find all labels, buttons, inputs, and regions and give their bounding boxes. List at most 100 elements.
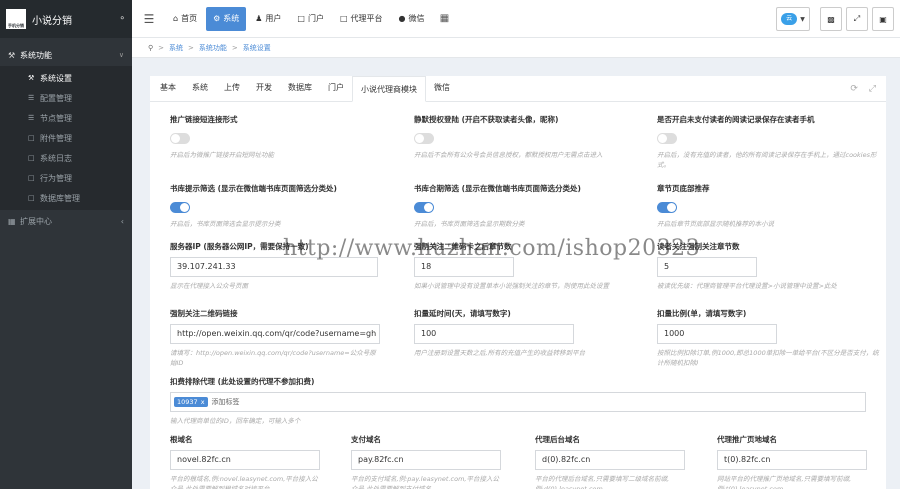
sidebar-group-label: 系统功能	[20, 50, 52, 60]
sidebar-group-system[interactable]: ⚒ 系统功能 ∨	[0, 44, 132, 66]
unpaid-reading-toggle[interactable]	[657, 133, 677, 144]
nav-portal[interactable]: □ 门户	[290, 7, 331, 31]
tab-portal[interactable]: 门户	[320, 75, 352, 101]
brand-bar: 手机分销 小说分销 ⚬	[0, 0, 132, 38]
chapter-recommend-toggle[interactable]	[657, 202, 677, 213]
deduct-ratio-input[interactable]: 1000	[657, 324, 777, 344]
library-period-filter-toggle[interactable]	[414, 202, 434, 213]
nav-system[interactable]: ⚙ 系统	[206, 6, 247, 31]
wrench-icon: ⚒	[28, 74, 35, 82]
sidebar-item-system-settings[interactable]: ⚒ 系统设置	[0, 68, 132, 88]
tab-novel-agent[interactable]: 小说代理商模块	[352, 76, 426, 102]
field-help: 输入代理商单位的ID，回车确定，可输入多个	[170, 417, 301, 425]
drop-icon[interactable]: ⚬	[118, 14, 126, 24]
menu-toggle-icon[interactable]: ☰	[132, 12, 166, 26]
expand-icon[interactable]: ⤢	[869, 84, 876, 94]
sidebar-item-nodes[interactable]: ☰ 节点管理	[0, 108, 132, 128]
database-icon: □	[28, 194, 35, 202]
library-hint-filter-toggle[interactable]	[170, 202, 190, 213]
field-help: 网站平台的代理推广页地域名,只需要填写前缀,例:t(0).leasynet.co…	[717, 475, 852, 489]
user-icon: ♟	[255, 14, 263, 23]
exclude-agents-tag-input[interactable]: 10937 x 添加标签	[170, 392, 866, 412]
nav-users[interactable]: ♟ 用户	[248, 7, 288, 31]
sidebar-item-behavior[interactable]: □ 行为管理	[0, 168, 132, 188]
nav-label: 微信	[408, 14, 425, 23]
sidebar-item-logs[interactable]: □ 系统日志	[0, 148, 132, 168]
agent-domain-input[interactable]: d(0).82fc.cn	[535, 450, 685, 470]
nav-agent-platform[interactable]: □ 代理平台	[333, 7, 390, 31]
toggle-knob	[171, 134, 180, 143]
trash-button[interactable]: ▩	[820, 7, 842, 31]
field-help: 开启后章节页底部显示随机推荐的本小说	[657, 220, 774, 228]
watermark: http://www.huzhan.com/ishop20323	[283, 236, 701, 261]
promo-domain-input[interactable]: t(0).82fc.cn	[717, 450, 867, 470]
field-deduct-days: 扣量延时间(天，请填写数字) 100 用户注册到设置天数之后,所有的充值产生的收…	[414, 308, 639, 358]
sidebar-item-label: 系统设置	[40, 73, 72, 83]
tab-develop[interactable]: 开发	[248, 75, 280, 101]
sidebar-group-extensions[interactable]: ▦ 扩展中心 ‹	[0, 210, 132, 232]
field-help: 开启后，书库页面筛选会显示期数分类	[414, 220, 525, 228]
tablet-button[interactable]: ▣	[872, 7, 894, 31]
field-help: 平台的支付域名,例:pay.leasynet.com,平台接入公众号,此处需要解…	[351, 475, 499, 489]
sidebar-submenu: ⚒ 系统设置 ☰ 配置管理 ☰ 节点管理 □ 附件管理 □ 系统日志 □ 行为管理 □ 数据库…	[0, 66, 132, 210]
portal-icon: □	[297, 14, 305, 23]
field-root-domain: 根域名 novel.82fc.cn 平台的根域名,例:novel.leasyne…	[170, 434, 320, 489]
tablet-icon: ▣	[879, 14, 887, 24]
caret-down-icon: ▼	[800, 15, 805, 23]
sidebar-item-label: 行为管理	[40, 173, 72, 183]
sidebar-item-database[interactable]: □ 数据库管理	[0, 188, 132, 208]
field-short-link: 推广链接短连接形式 开启后为微推广链接开启短网址功能	[170, 114, 395, 160]
tab-upload[interactable]: 上传	[216, 75, 248, 101]
close-icon[interactable]: x	[201, 398, 205, 406]
nav-wechat[interactable]: ● 微信	[392, 7, 432, 31]
grid-icon[interactable]: ▦	[434, 13, 456, 24]
user-menu-button[interactable]: 云 ▼	[776, 7, 810, 31]
field-help: 开启后为微推广链接开启短网址功能	[170, 151, 274, 159]
field-label: 支付域名	[351, 435, 381, 444]
fullscreen-button[interactable]: ⤢	[846, 7, 868, 31]
field-help: 开启后，没有充值的读者，他的所有阅读记录保存在手机上，通过cookies形式。	[657, 151, 877, 169]
field-help: 平台的代理后台域名,只需要填写二级域名前缀,例:d(0).leasynet.co…	[535, 475, 670, 489]
nav-label: 用户	[265, 14, 282, 23]
field-label: 书库合期筛选 (显示在微信端书库页面筛选分类处)	[414, 184, 581, 193]
root-domain-input[interactable]: novel.82fc.cn	[170, 450, 320, 470]
tab-wechat[interactable]: 微信	[426, 75, 458, 101]
breadcrumb: ⚲ > 系统 > 系统功能 > 系统设置	[132, 38, 900, 58]
field-label: 扣费排除代理 (此处设置的代理不参加扣费)	[170, 377, 315, 386]
wrench-icon: ⚒	[8, 50, 16, 60]
breadcrumb-item[interactable]: 系统功能	[199, 43, 227, 53]
breadcrumb-item[interactable]: 系统	[169, 43, 183, 53]
sidebar-item-attachments[interactable]: □ 附件管理	[0, 128, 132, 148]
platform-icon: □	[339, 14, 348, 23]
field-help: 显示在代理接入公众号页面	[170, 282, 248, 290]
refresh-icon[interactable]: ⟳	[850, 84, 858, 94]
field-exclude-agents: 扣费排除代理 (此处设置的代理不参加扣费) 10937 x 添加标签 输入代理商单…	[170, 376, 866, 426]
field-library-hint-filter: 书库提示筛选 (显示在微信端书库页面筛选分类处) 开启后，书库页面筛选会显示提示…	[170, 183, 395, 229]
field-agent-domain: 代理后台域名 d(0).82fc.cn 平台的代理后台域名,只需要填写二级域名前…	[535, 434, 685, 489]
deduct-days-input[interactable]: 100	[414, 324, 574, 344]
field-chapter-recommend: 章节页底部推荐 开启后章节页底部显示随机推荐的本小说	[657, 183, 879, 229]
tab-database[interactable]: 数据库	[280, 75, 320, 101]
sidebar-item-config[interactable]: ☰ 配置管理	[0, 88, 132, 108]
breadcrumb-separator: >	[158, 43, 165, 52]
tab-system[interactable]: 系统	[184, 75, 216, 101]
field-silent-auth: 静默授权登陆 (开启不获取读者头像，昵称) 开启后不会所有公众号会员信息授权，都…	[414, 114, 639, 160]
top-navbar: ☰ ⌂ 首页 ⚙ 系统 ♟ 用户 □ 门户 □ 代理平台 ● 微信 ▦ 云 ▼ ▩ ⤢ ▣	[132, 0, 900, 38]
sidebar-group-label: 扩展中心	[20, 216, 52, 226]
pay-domain-input[interactable]: pay.82fc.cn	[351, 450, 501, 470]
field-help: 按照比例扣除订单,例1000,即总1000单扣除一单给平台(不区分是否支付，统计…	[657, 349, 879, 367]
sidebar-item-label: 数据库管理	[40, 193, 80, 203]
sidebar: 手机分销 小说分销 ⚬ ⚒ 系统功能 ∨ ⚒ 系统设置 ☰ 配置管理 ☰ 节点管理 □…	[0, 0, 132, 489]
short-link-toggle[interactable]	[170, 133, 190, 144]
field-label: 章节页底部推荐	[657, 184, 710, 193]
add-tag-placeholder[interactable]: 添加标签	[212, 397, 240, 407]
qrcode-link-input[interactable]: http://open.weixin.qq.com/qr/code?userna…	[170, 324, 380, 344]
breadcrumb-item[interactable]: 系统设置	[243, 43, 271, 53]
field-label: 书库提示筛选 (显示在微信端书库页面筛选分类处)	[170, 184, 337, 193]
nav-home[interactable]: ⌂ 首页	[166, 7, 204, 31]
puzzle-icon: ▦	[8, 216, 16, 226]
silent-auth-toggle[interactable]	[414, 133, 434, 144]
tab-basic[interactable]: 基本	[152, 75, 184, 101]
tab-tools: ⟳ ⤢	[842, 84, 876, 94]
chevron-left-icon: ‹	[120, 216, 124, 226]
